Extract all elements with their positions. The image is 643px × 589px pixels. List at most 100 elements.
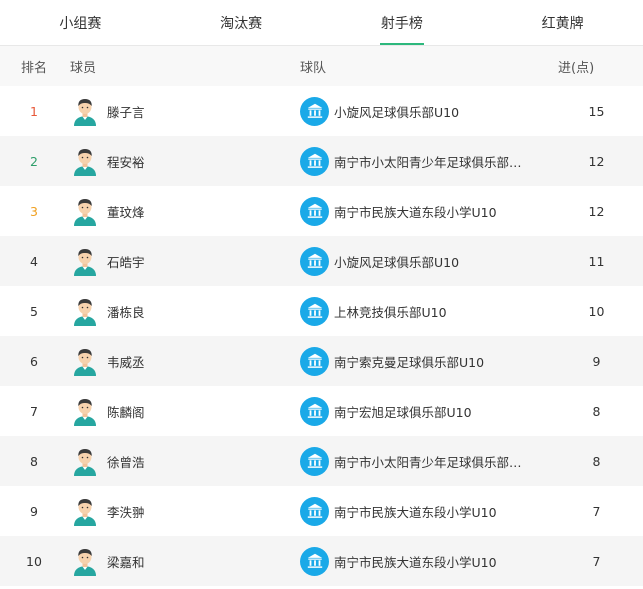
goals-cell: 9	[592, 353, 601, 369]
rank-cell: 6	[30, 353, 38, 369]
player-cell[interactable]: 程安裕	[68, 146, 300, 176]
bank-building-icon	[300, 346, 329, 376]
table-row: 7 陈麟阁 南宁宏旭足球俱乐部U10 8	[0, 386, 643, 436]
team-cell[interactable]: 南宁市民族大道东段小学U10	[300, 196, 550, 226]
player-name[interactable]: 董玟烽	[107, 202, 145, 221]
bank-building-icon	[300, 196, 329, 226]
goals-cell: 7	[592, 553, 601, 569]
rank-cell: 5	[30, 303, 38, 319]
table-row: 10 梁嘉和 南宁市民族大道东段小学U10 7	[0, 536, 643, 586]
team-name[interactable]: 南宁索克曼足球俱乐部U10	[334, 352, 484, 371]
player-cell[interactable]: 陈麟阁	[68, 396, 300, 426]
player-cell[interactable]: 董玟烽	[68, 196, 300, 226]
team-cell[interactable]: 南宁宏旭足球俱乐部U10	[300, 396, 550, 426]
player-cell[interactable]: 潘栋良	[68, 296, 300, 326]
player-avatar-icon	[72, 146, 98, 176]
team-cell[interactable]: 南宁市小太阳青少年足球俱乐部U...	[300, 146, 550, 176]
table-body: 1 滕子言 小旋风足球俱乐部U10 15 2 程安裕 南宁市小太阳青少年足球俱乐…	[0, 86, 643, 586]
bank-building-icon	[300, 296, 329, 326]
team-cell[interactable]: 上林竞技俱乐部U10	[300, 296, 550, 326]
rank-cell: 2	[30, 153, 38, 169]
goals-cell: 11	[588, 253, 605, 269]
table-row: 4 石皓宇 小旋风足球俱乐部U10 11	[0, 236, 643, 286]
team-name[interactable]: 南宁市民族大道东段小学U10	[334, 502, 497, 521]
player-avatar-icon	[72, 296, 98, 326]
table-row: 5 潘栋良 上林竞技俱乐部U10 10	[0, 286, 643, 336]
bank-building-icon	[300, 446, 329, 476]
player-avatar-icon	[72, 546, 98, 576]
tab-top-scorers[interactable]: 射手榜	[322, 0, 483, 45]
player-avatar-icon	[72, 196, 98, 226]
player-cell[interactable]: 石皓宇	[68, 246, 300, 276]
player-name[interactable]: 石皓宇	[107, 252, 145, 271]
team-cell[interactable]: 南宁市民族大道东段小学U10	[300, 496, 550, 526]
bank-building-icon	[300, 146, 329, 176]
table-row: 9 李泆翀 南宁市民族大道东段小学U10 7	[0, 486, 643, 536]
player-name[interactable]: 程安裕	[107, 152, 145, 171]
player-avatar-icon	[72, 246, 98, 276]
tab-cards[interactable]: 红黄牌	[482, 0, 643, 45]
goals-cell: 8	[592, 453, 601, 469]
player-cell[interactable]: 李泆翀	[68, 496, 300, 526]
player-avatar-icon	[72, 496, 98, 526]
player-avatar-icon	[72, 396, 98, 426]
bank-building-icon	[300, 546, 329, 576]
bank-building-icon	[300, 396, 329, 426]
player-name[interactable]: 滕子言	[107, 102, 145, 121]
team-cell[interactable]: 南宁索克曼足球俱乐部U10	[300, 346, 550, 376]
rank-cell: 8	[30, 453, 38, 469]
header-rank: 排名	[20, 60, 47, 76]
rank-cell: 3	[30, 203, 38, 219]
bank-building-icon	[300, 96, 329, 126]
player-name[interactable]: 梁嘉和	[107, 552, 145, 571]
team-name[interactable]: 南宁市民族大道东段小学U10	[334, 552, 497, 571]
scorers-page: 小组赛 淘汰赛 射手榜 红黄牌 排名 球员 球队 进(点) 1 滕子言 小旋风足…	[0, 0, 643, 589]
team-name[interactable]: 南宁市小太阳青少年足球俱乐部U...	[334, 452, 529, 471]
rank-cell: 1	[30, 103, 38, 119]
team-cell[interactable]: 南宁市小太阳青少年足球俱乐部U...	[300, 446, 550, 476]
team-name[interactable]: 南宁市民族大道东段小学U10	[334, 202, 497, 221]
table-row: 6 韦威丞 南宁索克曼足球俱乐部U10 9	[0, 336, 643, 386]
header-goals: 进(点)	[558, 60, 595, 76]
player-cell[interactable]: 滕子言	[68, 96, 300, 126]
player-cell[interactable]: 韦威丞	[68, 346, 300, 376]
tab-group-stage[interactable]: 小组赛	[0, 0, 161, 45]
player-avatar-icon	[72, 96, 98, 126]
tab-knockout[interactable]: 淘汰赛	[161, 0, 322, 45]
header-team: 球队	[300, 60, 327, 76]
team-name[interactable]: 南宁市小太阳青少年足球俱乐部U...	[334, 152, 529, 171]
player-cell[interactable]: 梁嘉和	[68, 546, 300, 576]
rank-cell: 10	[26, 553, 42, 569]
table-row: 2 程安裕 南宁市小太阳青少年足球俱乐部U... 12	[0, 136, 643, 186]
team-name[interactable]: 小旋风足球俱乐部U10	[334, 252, 459, 271]
table-row: 8 徐曾浩 南宁市小太阳青少年足球俱乐部U... 8	[0, 436, 643, 486]
rank-cell: 7	[30, 403, 38, 419]
bank-building-icon	[300, 496, 329, 526]
bank-building-icon	[300, 246, 329, 276]
table-header: 排名 球员 球队 进(点)	[0, 46, 643, 86]
goals-cell: 10	[588, 303, 605, 319]
header-player: 球员	[70, 60, 97, 76]
team-name[interactable]: 南宁宏旭足球俱乐部U10	[334, 402, 472, 421]
player-name[interactable]: 韦威丞	[107, 352, 145, 371]
team-name[interactable]: 上林竞技俱乐部U10	[334, 302, 447, 321]
team-cell[interactable]: 南宁市民族大道东段小学U10	[300, 546, 550, 576]
goals-cell: 12	[588, 203, 605, 219]
player-name[interactable]: 潘栋良	[107, 302, 145, 321]
goals-cell: 15	[588, 103, 605, 119]
player-name[interactable]: 徐曾浩	[107, 452, 145, 471]
tab-bar: 小组赛 淘汰赛 射手榜 红黄牌	[0, 0, 643, 46]
table-row: 3 董玟烽 南宁市民族大道东段小学U10 12	[0, 186, 643, 236]
player-avatar-icon	[72, 446, 98, 476]
goals-cell: 12	[588, 153, 605, 169]
team-cell[interactable]: 小旋风足球俱乐部U10	[300, 246, 550, 276]
player-avatar-icon	[72, 346, 98, 376]
rank-cell: 4	[30, 253, 38, 269]
player-cell[interactable]: 徐曾浩	[68, 446, 300, 476]
table-row: 1 滕子言 小旋风足球俱乐部U10 15	[0, 86, 643, 136]
team-name[interactable]: 小旋风足球俱乐部U10	[334, 102, 459, 121]
team-cell[interactable]: 小旋风足球俱乐部U10	[300, 96, 550, 126]
player-name[interactable]: 陈麟阁	[107, 402, 145, 421]
player-name[interactable]: 李泆翀	[107, 502, 145, 521]
rank-cell: 9	[30, 503, 38, 519]
